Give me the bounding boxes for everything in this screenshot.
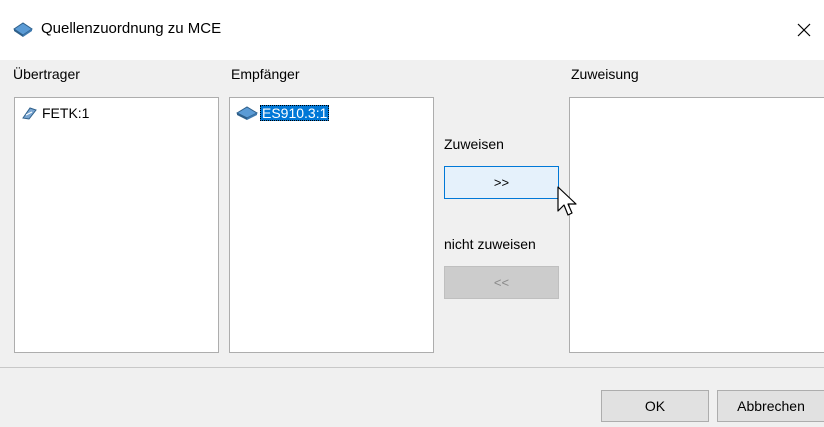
es910-module-icon [236, 106, 258, 120]
fetk-device-icon [22, 107, 37, 120]
assign-button[interactable]: >> [444, 166, 559, 199]
transmitter-item-label: FETK:1 [42, 105, 90, 121]
unassign-label: nicht zuweisen [444, 236, 536, 252]
dialog-body: Übertrager FETK:1 Empfänger ES910.3:1 Zu… [0, 60, 824, 367]
transmitter-label: Übertrager [13, 66, 80, 82]
ok-button[interactable]: OK [601, 390, 709, 422]
cancel-button[interactable]: Abbrechen [717, 390, 824, 422]
transmitter-item-fetk[interactable]: FETK:1 [22, 104, 89, 122]
dialog-footer: OK Abbrechen [0, 368, 824, 427]
mouse-pointer-icon [557, 186, 577, 216]
unassign-button[interactable]: << [444, 266, 559, 299]
window-title: Quellenzuordnung zu MCE [41, 20, 222, 37]
transmitter-list[interactable]: FETK:1 [14, 97, 219, 353]
assign-label: Zuweisen [444, 136, 504, 152]
receiver-item-label: ES910.3:1 [260, 105, 330, 121]
title-bar: Quellenzuordnung zu MCE [0, 0, 824, 60]
assignment-label: Zuweisung [571, 66, 639, 82]
receiver-label: Empfänger [231, 66, 300, 82]
close-icon [797, 23, 811, 37]
receiver-item-es910[interactable]: ES910.3:1 [236, 104, 330, 122]
assignment-list[interactable] [569, 97, 824, 353]
mce-module-icon [13, 22, 33, 37]
close-button[interactable] [784, 11, 824, 49]
receiver-list[interactable]: ES910.3:1 [229, 97, 434, 353]
